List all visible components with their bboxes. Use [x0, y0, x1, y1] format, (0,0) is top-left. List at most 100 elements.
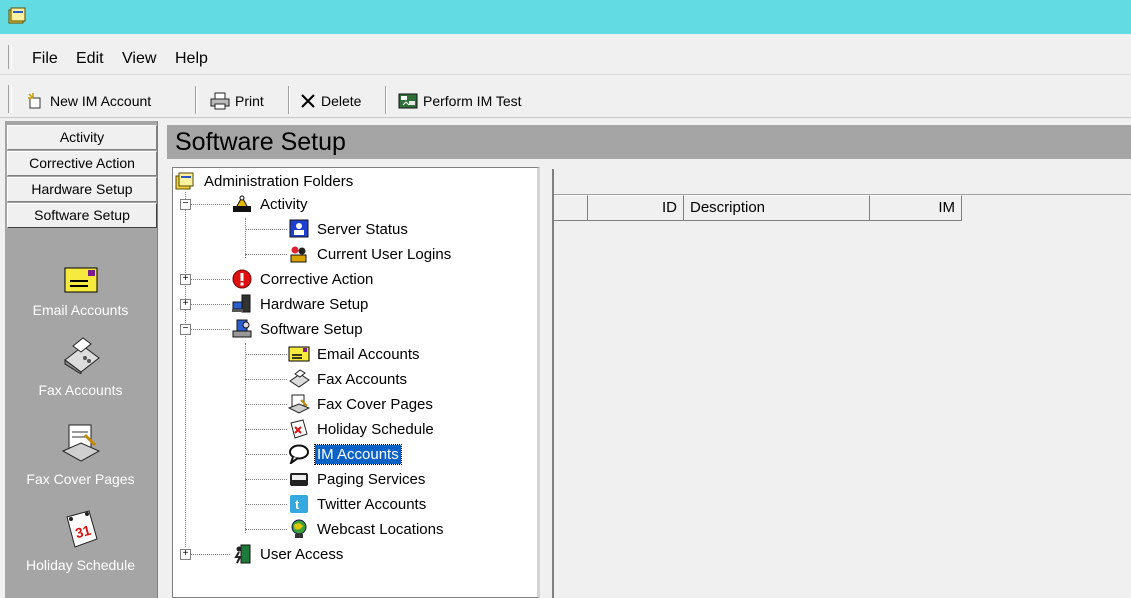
tree-label: IM Accounts: [314, 443, 402, 465]
column-header-id[interactable]: ID: [588, 195, 684, 221]
twitter-icon: t: [290, 495, 308, 513]
tree-label: Server Status: [317, 220, 408, 238]
shortcut-label: Fax Accounts: [38, 382, 123, 398]
tree-item-fax-cover-pages[interactable]: Fax Cover Pages: [288, 393, 435, 415]
column-header-description[interactable]: Description: [684, 195, 870, 221]
fax-icon: [289, 369, 310, 388]
menu-edit[interactable]: Edit: [76, 50, 104, 68]
tree-label: Holiday Schedule: [317, 420, 434, 438]
tree-label: Activity: [260, 195, 308, 213]
globe-icon: [291, 519, 307, 538]
perform-im-test-button[interactable]: Perform IM Test: [398, 90, 522, 112]
toolbar-separator: [195, 86, 197, 114]
activity-scale-icon: [233, 195, 251, 212]
tree-item-user-access[interactable]: User Access: [231, 543, 345, 565]
tree-connector: [245, 404, 287, 405]
expand-user-access-toggle[interactable]: +: [180, 549, 191, 560]
print-button[interactable]: Print: [210, 90, 264, 112]
tree-label: Webcast Locations: [317, 520, 444, 538]
nav-tab-hardware-setup[interactable]: Hardware Setup: [7, 177, 157, 202]
main-content: Software Setup − + + − + Administration …: [167, 121, 1131, 598]
tree-connector: [185, 192, 186, 547]
shortcut-email-accounts[interactable]: Email Accounts: [5, 266, 156, 318]
shortcut-label: Fax Cover Pages: [26, 471, 135, 487]
page-header: Software Setup: [167, 125, 1131, 159]
shortcut-label: Holiday Schedule: [26, 557, 135, 573]
envelope-icon: [288, 346, 310, 362]
navigation-panel: Activity Corrective Action Hardware Setu…: [5, 121, 158, 598]
toolbar: New IM Account Print Delete Perform IM T…: [0, 80, 1131, 118]
tree-item-activity[interactable]: Activity: [231, 193, 310, 215]
title-bar: [0, 0, 1131, 34]
software-setup-icon: [232, 319, 252, 338]
tree-label: Fax Accounts: [317, 370, 408, 388]
tree-item-email-accounts[interactable]: Email Accounts: [288, 343, 422, 365]
collapse-activity-toggle[interactable]: −: [180, 199, 191, 210]
nav-tab-activity[interactable]: Activity: [7, 125, 157, 150]
fax-cover-icon: [61, 424, 100, 462]
menu-file[interactable]: File: [32, 50, 58, 68]
menu-help[interactable]: Help: [175, 50, 208, 68]
user-logins-icon: [290, 246, 307, 263]
toolbar-grip[interactable]: [8, 85, 12, 113]
tree-item-webcast-locations[interactable]: Webcast Locations: [288, 518, 445, 540]
svg-text:t: t: [295, 497, 300, 512]
tree-label: Paging Services: [317, 470, 426, 488]
tree-label: Email Accounts: [317, 345, 420, 363]
collapse-software-setup-toggle[interactable]: −: [180, 324, 191, 335]
tree-label: Administration Folders: [204, 172, 354, 190]
page-title: Software Setup: [175, 128, 346, 156]
new-im-account-label: New IM Account: [50, 93, 152, 109]
printer-icon: [210, 92, 230, 110]
im-test-icon: [398, 93, 418, 109]
tree-item-twitter-accounts[interactable]: t Twitter Accounts: [288, 493, 428, 515]
tree-item-software-setup[interactable]: Software Setup: [231, 318, 365, 340]
tree-label: Twitter Accounts: [317, 495, 427, 513]
pager-icon: [290, 473, 308, 486]
fax-cover-icon: [288, 394, 310, 414]
new-item-icon: [28, 93, 41, 109]
print-label: Print: [235, 93, 264, 109]
accounts-list[interactable]: ID Description IM: [552, 169, 1131, 598]
delete-button[interactable]: Delete: [300, 90, 361, 112]
menu-bar: File Edit View Help: [0, 41, 1131, 75]
expand-hardware-setup-toggle[interactable]: +: [180, 299, 191, 310]
new-im-account-button[interactable]: New IM Account: [27, 90, 151, 112]
shortcut-fax-accounts[interactable]: Fax Accounts: [5, 336, 156, 398]
tree-item-fax-accounts[interactable]: Fax Accounts: [288, 368, 409, 390]
app-icon[interactable]: [8, 7, 26, 25]
tree-item-current-user-logins[interactable]: Current User Logins: [288, 243, 453, 265]
tree-label: Software Setup: [260, 320, 363, 338]
shortcut-holiday-schedule[interactable]: 31 Holiday Schedule: [5, 509, 156, 573]
nav-tab-software-setup[interactable]: Software Setup: [7, 203, 157, 228]
menubar-grip[interactable]: [8, 45, 12, 69]
tree-label: Hardware Setup: [260, 295, 369, 313]
column-header-im[interactable]: IM: [870, 195, 962, 221]
toolbar-separator: [385, 86, 387, 114]
admin-folders-tree[interactable]: − + + − + Administration Folders Activit…: [172, 167, 540, 598]
list-body[interactable]: [554, 221, 1131, 598]
tree-item-hardware-setup[interactable]: Hardware Setup: [231, 293, 370, 315]
tree-item-server-status[interactable]: Server Status: [288, 218, 410, 240]
nav-tab-corrective-action[interactable]: Corrective Action: [7, 151, 157, 176]
column-header-select[interactable]: [554, 195, 588, 221]
tree-item-im-accounts[interactable]: IM Accounts: [288, 443, 402, 465]
perform-im-test-label: Perform IM Test: [423, 93, 522, 109]
tree-label: Current User Logins: [317, 245, 452, 263]
tree-item-holiday-schedule[interactable]: Holiday Schedule: [288, 418, 436, 440]
fax-icon: [63, 337, 100, 374]
tree-item-paging-services[interactable]: Paging Services: [288, 468, 427, 490]
tree-root-administration-folders[interactable]: Administration Folders: [175, 170, 355, 192]
shortcut-fax-cover-pages[interactable]: Fax Cover Pages: [5, 423, 156, 487]
tree-connector: [190, 279, 230, 280]
tree-item-corrective-action[interactable]: Corrective Action: [231, 268, 375, 290]
tree-connector: [245, 254, 287, 255]
envelope-icon: [64, 267, 97, 293]
tree-connector: [245, 504, 287, 505]
expand-corrective-action-toggle[interactable]: +: [180, 274, 191, 285]
calendar-icon: [290, 419, 308, 439]
calendar-icon: 31: [65, 510, 98, 548]
menu-view[interactable]: View: [122, 50, 156, 68]
door-icon: [234, 544, 251, 564]
tree-connector: [245, 354, 287, 355]
